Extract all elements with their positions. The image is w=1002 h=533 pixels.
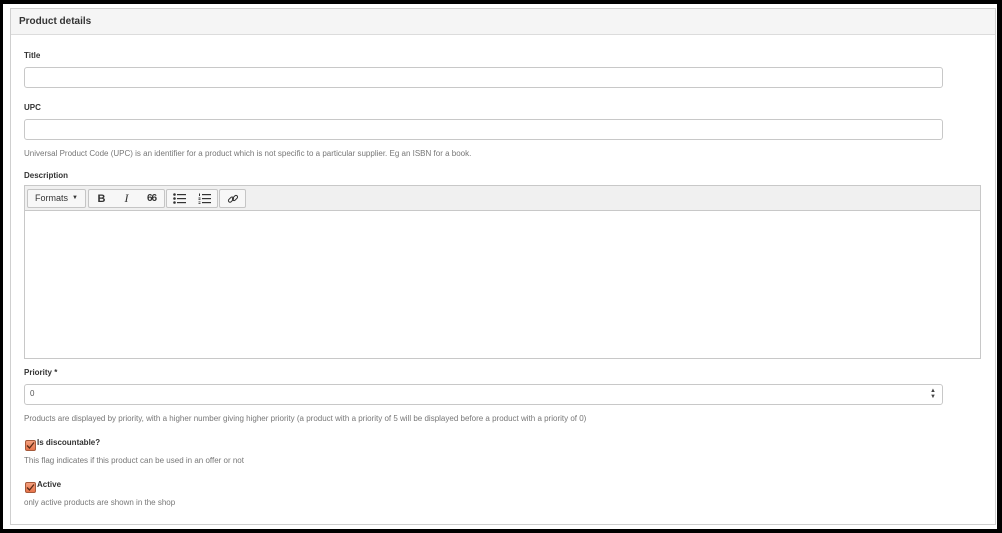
upc-input[interactable] (24, 119, 943, 140)
product-details-panel: Product details Title UPC Universal Prod… (10, 8, 996, 525)
checkmark-icon (26, 442, 35, 449)
priority-input[interactable]: 0 ▲ ▼ (24, 384, 943, 405)
upc-help-text: Universal Product Code (UPC) is an ident… (24, 149, 472, 158)
link-icon (227, 194, 238, 203)
insert-link-button[interactable] (220, 190, 245, 207)
upc-label: UPC (24, 103, 41, 112)
formats-dropdown[interactable]: Formats ▼ (28, 190, 85, 207)
priority-label: Priority * (24, 368, 58, 377)
bullet-list-button[interactable] (167, 190, 192, 207)
text-style-group: B I 66 (88, 189, 165, 208)
is-discountable-label[interactable]: Is discountable? (37, 438, 100, 447)
title-label: Title (24, 51, 41, 60)
priority-help-text: Products are displayed by priority, with… (24, 414, 587, 423)
is-discountable-checkbox[interactable] (25, 440, 36, 451)
list-group (166, 189, 218, 208)
editor-toolbar: Formats ▼ B I 66 (25, 186, 980, 211)
formats-label: Formats (35, 193, 69, 203)
link-group (219, 189, 246, 208)
title-input[interactable] (24, 67, 943, 88)
bold-button[interactable]: B (89, 190, 114, 207)
active-help-text: only active products are shown in the sh… (24, 498, 176, 507)
priority-spinner[interactable]: ▲ ▼ (929, 388, 937, 400)
window-frame: Product details Title UPC Universal Prod… (3, 4, 997, 529)
description-editor: Formats ▼ B I 66 (24, 185, 981, 359)
checkmark-icon (26, 484, 35, 491)
is-discountable-help-text: This flag indicates if this product can … (24, 456, 244, 465)
panel-title: Product details (11, 9, 995, 35)
italic-button[interactable]: I (114, 190, 139, 207)
bullet-list-icon (173, 193, 186, 204)
active-checkbox[interactable] (25, 482, 36, 493)
description-label: Description (24, 171, 69, 180)
spinner-down-icon[interactable]: ▼ (930, 394, 936, 400)
description-content-area[interactable] (25, 211, 980, 358)
priority-value: 0 (30, 389, 35, 398)
numbered-list-icon (198, 193, 211, 204)
caret-down-icon: ▼ (72, 195, 78, 201)
active-label[interactable]: Active (37, 480, 61, 489)
numbered-list-button[interactable] (192, 190, 217, 207)
blockquote-button[interactable]: 66 (139, 190, 164, 207)
formats-group: Formats ▼ (27, 189, 86, 208)
